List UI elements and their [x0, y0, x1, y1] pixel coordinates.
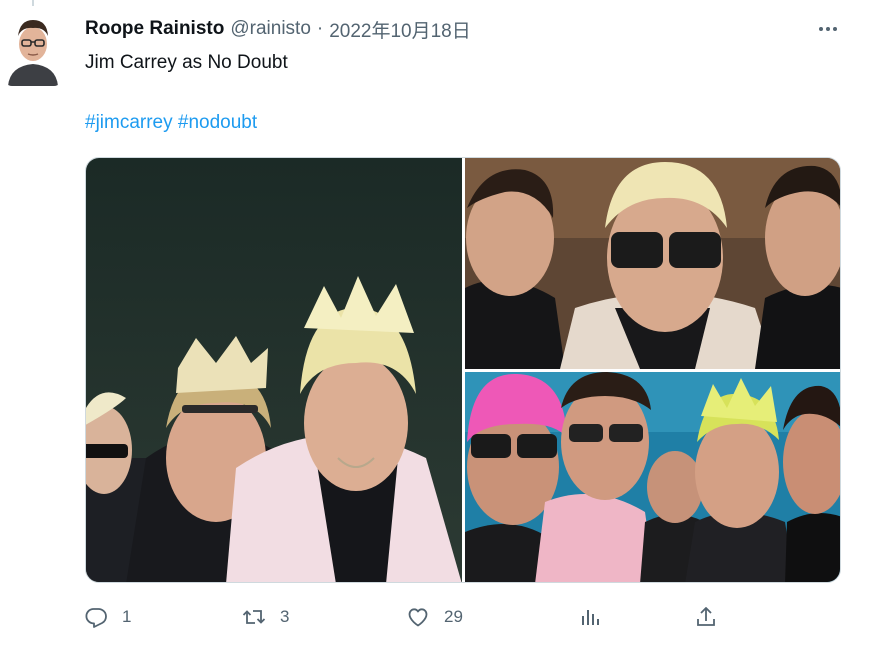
- hashtag-link[interactable]: #jimcarrey: [85, 112, 173, 133]
- author-name[interactable]: Roope Rainisto: [85, 18, 224, 40]
- photo-band-group: [86, 158, 462, 582]
- retweet-icon: [242, 610, 266, 624]
- avatar-image: [4, 10, 62, 86]
- views-button[interactable]: [578, 600, 602, 634]
- hashtags: #jimcarrey #nodoubt: [85, 110, 257, 135]
- photo-3[interactable]: [465, 372, 840, 582]
- photo-band-group: [465, 372, 840, 582]
- share-icon: [697, 607, 715, 626]
- tweet-text: Jim Carrey as No Doubt: [85, 52, 288, 73]
- reply-icon: [85, 608, 107, 628]
- reply-button[interactable]: 1: [84, 600, 131, 634]
- like-count: 29: [444, 607, 463, 626]
- hashtag-link[interactable]: #nodoubt: [178, 112, 257, 133]
- retweet-count: 3: [280, 607, 290, 626]
- media-grid: [85, 157, 841, 583]
- photo-1[interactable]: [86, 158, 462, 582]
- reply-count: 1: [122, 607, 132, 626]
- share-button[interactable]: [694, 600, 718, 634]
- author-handle[interactable]: @rainisto: [230, 18, 311, 40]
- photo-band-group: [465, 158, 840, 369]
- photo-2[interactable]: [465, 158, 840, 369]
- heart-icon: [408, 608, 428, 627]
- more-icon: [819, 27, 837, 31]
- retweet-button[interactable]: 3: [242, 600, 289, 634]
- bar-chart-icon: [582, 610, 599, 625]
- separator-dot: ·: [316, 18, 324, 39]
- timestamp[interactable]: 2022年10月18日: [329, 16, 471, 43]
- like-button[interactable]: 29: [406, 600, 463, 634]
- thread-line: [32, 0, 34, 6]
- tweet-header: Roope Rainisto @rainisto · 2022年10月18日: [85, 16, 471, 42]
- tweet-actions: 1 3 29: [84, 600, 724, 634]
- more-button[interactable]: [812, 14, 844, 44]
- avatar[interactable]: [4, 10, 62, 86]
